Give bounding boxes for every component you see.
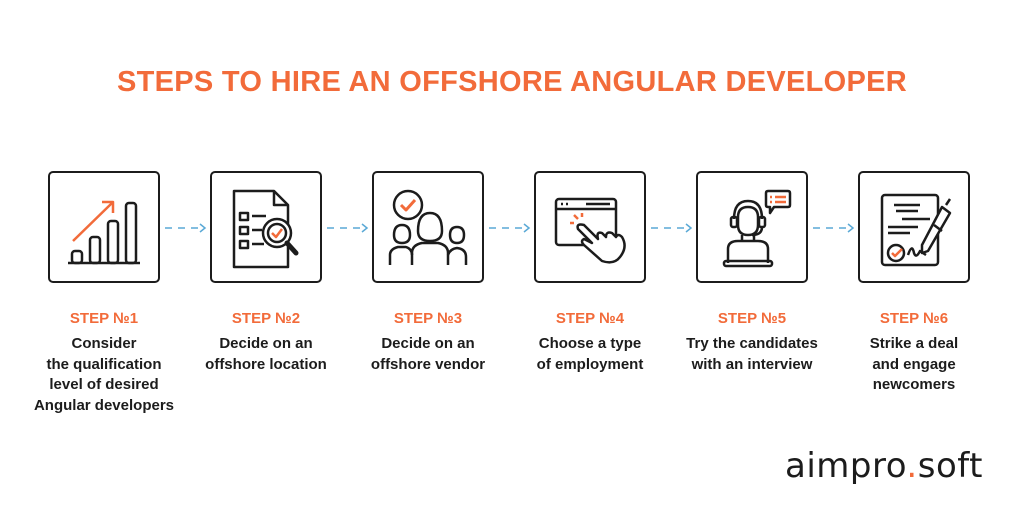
step-1-text: Consider the qualification level of desi… bbox=[33, 335, 175, 414]
logo-dot: . bbox=[906, 446, 918, 486]
step-4-text: Choose a type of employment bbox=[536, 335, 644, 373]
step-6-label: STEP №6 bbox=[879, 310, 949, 327]
click-window-icon bbox=[554, 197, 626, 264]
logo-part1: aimpro bbox=[785, 446, 907, 486]
logo-part2: soft bbox=[917, 446, 983, 486]
page-title: STEPS TO HIRE AN OFFSHORE ANGULAR DEVELO… bbox=[116, 66, 908, 98]
step-2-icon-box bbox=[210, 171, 322, 283]
step-3-icon-box bbox=[372, 171, 484, 283]
connector-arrow-5 bbox=[813, 223, 855, 233]
step-6-text: Strike a deal and engage newcomers bbox=[869, 335, 959, 393]
step-5-label: STEP №5 bbox=[717, 310, 787, 327]
step-1-icon-box bbox=[48, 171, 160, 283]
step-4-label: STEP №4 bbox=[555, 310, 625, 327]
step-3-label: STEP №3 bbox=[393, 310, 463, 327]
connector-arrow-2 bbox=[327, 223, 369, 233]
step-3-text: Decide on an offshore vendor bbox=[370, 335, 486, 373]
brand-logo: aimpro.soft bbox=[785, 446, 983, 486]
connector-arrow-3 bbox=[489, 223, 531, 233]
team-approve-icon bbox=[388, 189, 468, 265]
step-1-label: STEP №1 bbox=[69, 310, 139, 327]
step-5-text: Try the candidates with an interview bbox=[686, 335, 818, 373]
interview-headset-icon bbox=[722, 189, 792, 268]
step-5-icon-box bbox=[696, 171, 808, 283]
contract-sign-icon bbox=[880, 193, 952, 267]
growth-chart-icon bbox=[68, 200, 140, 265]
step-6-icon-box bbox=[858, 171, 970, 283]
step-4-icon-box bbox=[534, 171, 646, 283]
step-2-text: Decide on an offshore location bbox=[205, 335, 327, 373]
connector-arrow-1 bbox=[165, 223, 207, 233]
document-search-icon bbox=[232, 189, 299, 269]
connector-arrow-4 bbox=[651, 223, 693, 233]
step-2-label: STEP №2 bbox=[231, 310, 301, 327]
